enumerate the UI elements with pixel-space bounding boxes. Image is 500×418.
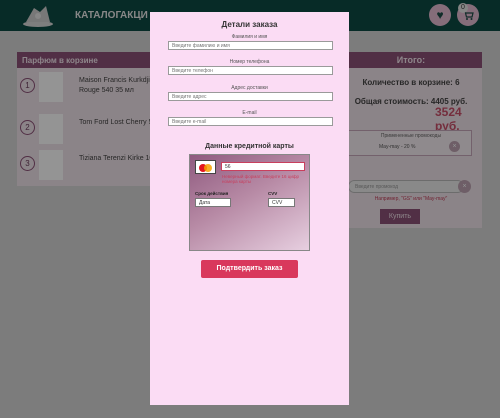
modal-title: Детали заказа xyxy=(221,20,278,29)
email-label: E-mail xyxy=(242,110,257,116)
address-field[interactable] xyxy=(168,92,333,101)
confirm-order-button[interactable]: Подтвердить заказ xyxy=(201,260,298,278)
expiry-label: Срок действия xyxy=(195,191,229,196)
expiry-field[interactable]: Дата xyxy=(195,198,231,207)
order-details-modal: Детали заказа Фамилия и имя Номер телефо… xyxy=(150,12,349,405)
mastercard-icon xyxy=(195,160,216,174)
fullname-label: Фамилия и имя xyxy=(231,34,268,40)
card-number-error: Неверный формат. Введите 16 цифр номера … xyxy=(222,174,300,184)
fullname-field[interactable] xyxy=(168,41,333,50)
email-field[interactable] xyxy=(168,117,333,126)
phone-field[interactable] xyxy=(168,66,333,75)
cvv-label: CVV xyxy=(268,191,278,196)
credit-card: 56 Неверный формат. Введите 16 цифр номе… xyxy=(189,154,310,251)
address-label: Адрес доставки xyxy=(231,85,268,91)
cvv-field[interactable]: CVV xyxy=(268,198,295,207)
card-section-title: Данные кредитной карты xyxy=(205,143,294,150)
phone-label: Номер телефона xyxy=(229,59,270,65)
card-number-field[interactable]: 56 xyxy=(221,162,305,171)
